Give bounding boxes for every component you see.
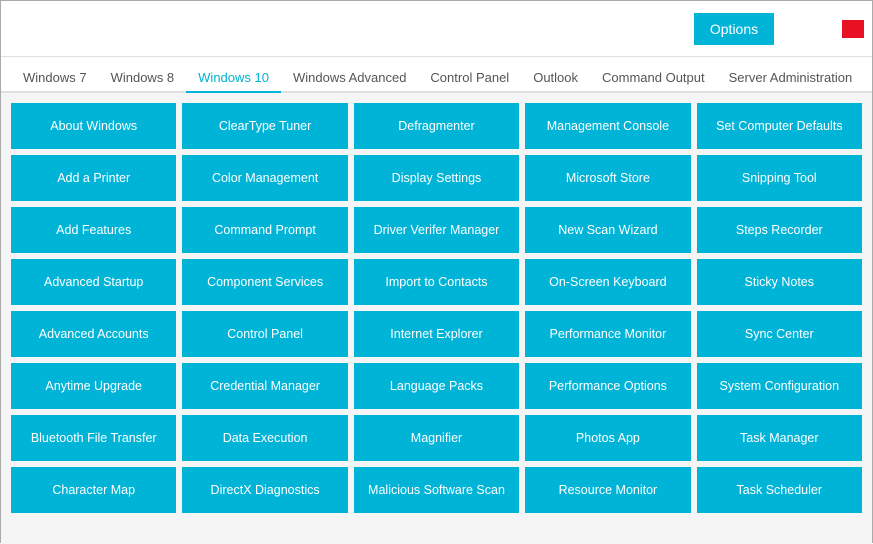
tool-button-task-manager[interactable]: Task Manager xyxy=(697,415,862,461)
minimize-button[interactable] xyxy=(790,20,812,38)
tab-windows-advanced[interactable]: Windows Advanced xyxy=(281,64,418,93)
tool-button-add-a-printer[interactable]: Add a Printer xyxy=(11,155,176,201)
tab-bar: Windows 7Windows 8Windows 10Windows Adva… xyxy=(1,57,872,93)
tool-button-sync-center[interactable]: Sync Center xyxy=(697,311,862,357)
tab-windows-8[interactable]: Windows 8 xyxy=(99,64,187,93)
tool-button-component-services[interactable]: Component Services xyxy=(182,259,347,305)
tool-button-advanced-accounts[interactable]: Advanced Accounts xyxy=(11,311,176,357)
tool-button-bluetooth-file-transfer[interactable]: Bluetooth File Transfer xyxy=(11,415,176,461)
tab-powershell[interactable]: Powershell xyxy=(864,64,873,93)
tool-button-new-scan-wizard[interactable]: New Scan Wizard xyxy=(525,207,690,253)
tool-button-snipping-tool[interactable]: Snipping Tool xyxy=(697,155,862,201)
tab-server-administration[interactable]: Server Administration xyxy=(717,64,865,93)
tool-button-task-scheduler[interactable]: Task Scheduler xyxy=(697,467,862,513)
tab-control-panel[interactable]: Control Panel xyxy=(418,64,521,93)
tool-button-photos-app[interactable]: Photos App xyxy=(525,415,690,461)
tab-outlook[interactable]: Outlook xyxy=(521,64,590,93)
tool-button-defragmenter[interactable]: Defragmenter xyxy=(354,103,519,149)
tool-button-add-features[interactable]: Add Features xyxy=(11,207,176,253)
tool-button-color-management[interactable]: Color Management xyxy=(182,155,347,201)
tool-button-performance-options[interactable]: Performance Options xyxy=(525,363,690,409)
tool-button-management-console[interactable]: Management Console xyxy=(525,103,690,149)
tool-button-internet-explorer[interactable]: Internet Explorer xyxy=(354,311,519,357)
tool-button-driver-verifer-manager[interactable]: Driver Verifer Manager xyxy=(354,207,519,253)
tool-button-anytime-upgrade[interactable]: Anytime Upgrade xyxy=(11,363,176,409)
tool-button-import-to-contacts[interactable]: Import to Contacts xyxy=(354,259,519,305)
grid-area: About WindowsClearType TunerDefragmenter… xyxy=(1,93,872,544)
tool-button-resource-monitor[interactable]: Resource Monitor xyxy=(525,467,690,513)
tool-button-language-packs[interactable]: Language Packs xyxy=(354,363,519,409)
tool-button-system-configuration[interactable]: System Configuration xyxy=(697,363,862,409)
tool-button-sticky-notes[interactable]: Sticky Notes xyxy=(697,259,862,305)
tool-button-on-screen-keyboard[interactable]: On-Screen Keyboard xyxy=(525,259,690,305)
tool-button-credential-manager[interactable]: Credential Manager xyxy=(182,363,347,409)
tool-button-steps-recorder[interactable]: Steps Recorder xyxy=(697,207,862,253)
tool-button-microsoft-store[interactable]: Microsoft Store xyxy=(525,155,690,201)
tab-windows-7[interactable]: Windows 7 xyxy=(11,64,99,93)
tool-button-magnifier[interactable]: Magnifier xyxy=(354,415,519,461)
buttons-grid: About WindowsClearType TunerDefragmenter… xyxy=(11,103,862,513)
tool-button-command-prompt[interactable]: Command Prompt xyxy=(182,207,347,253)
close-button[interactable] xyxy=(842,20,864,38)
tool-button-control-panel[interactable]: Control Panel xyxy=(182,311,347,357)
tool-button-set-computer-defaults[interactable]: Set Computer Defaults xyxy=(697,103,862,149)
tab-windows-10[interactable]: Windows 10 xyxy=(186,64,281,93)
tool-button-cleartype-tuner[interactable]: ClearType Tuner xyxy=(182,103,347,149)
tool-button-character-map[interactable]: Character Map xyxy=(11,467,176,513)
title-bar: Options xyxy=(1,1,872,57)
tool-button-directx-diagnostics[interactable]: DirectX Diagnostics xyxy=(182,467,347,513)
tool-button-performance-monitor[interactable]: Performance Monitor xyxy=(525,311,690,357)
tool-button-display-settings[interactable]: Display Settings xyxy=(354,155,519,201)
tool-button-advanced-startup[interactable]: Advanced Startup xyxy=(11,259,176,305)
maximize-button[interactable] xyxy=(816,20,838,38)
options-button[interactable]: Options xyxy=(694,13,774,45)
tool-button-malicious-software-scan[interactable]: Malicious Software Scan xyxy=(354,467,519,513)
tool-button-about-windows[interactable]: About Windows xyxy=(11,103,176,149)
title-right: Options xyxy=(694,13,864,45)
tab-command-output[interactable]: Command Output xyxy=(590,64,717,93)
tool-button-data-execution[interactable]: Data Execution xyxy=(182,415,347,461)
